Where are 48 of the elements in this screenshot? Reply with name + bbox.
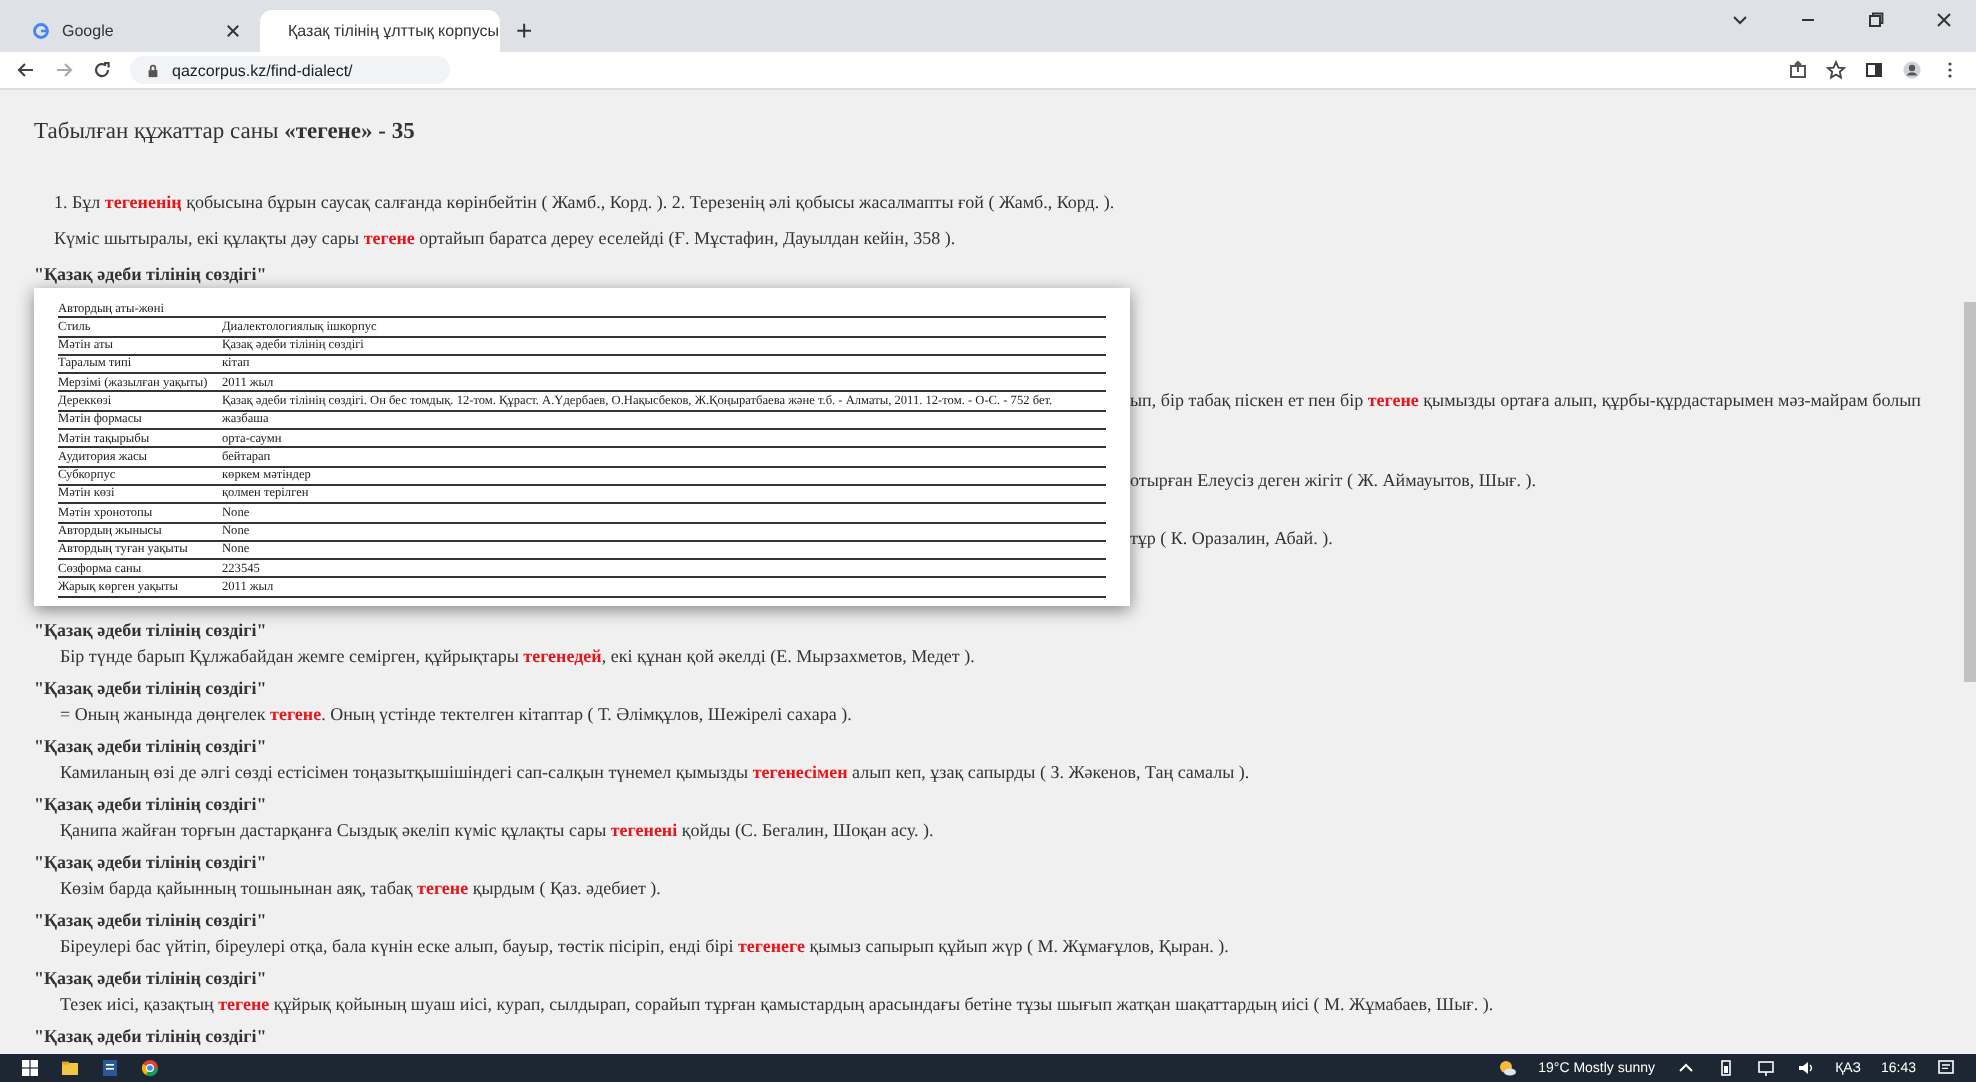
source-heading: "Қазақ әдеби тілінің сөздігі" [34, 908, 267, 934]
profile-icon[interactable] [1902, 60, 1922, 80]
chevron-down-icon[interactable] [1730, 10, 1750, 30]
browser-tab[interactable]: Google [16, 10, 256, 52]
windows-logo-icon[interactable] [20, 1058, 40, 1078]
sun-cloud-icon[interactable] [1498, 1058, 1519, 1078]
browser-icon[interactable] [140, 1058, 160, 1078]
example-sentence: Бір түнде барып Құлжабайдан жемге семірген, құйрықтары тегенедей, екі құнан қой әкелді (Е. Мырзахметов, Медет ). [58, 644, 975, 670]
example-sentence: ып, бір табақ піскен ет пен бір тегене қымызды ортаға алып, құрбы-құрдастарымен мәз-майрам болып [1130, 388, 1921, 414]
star-icon[interactable] [1826, 60, 1846, 80]
source-heading: "Қазақ әдеби тілінің сөздігі" [34, 734, 267, 760]
share-icon[interactable] [1788, 60, 1808, 80]
speaker-icon[interactable] [1795, 1058, 1816, 1078]
source-heading: "Қазақ әдеби тілінің сөздігі" [34, 850, 267, 876]
example-sentence: Көзім барда қайынның тошынынан аяқ, табақ тегене қырдым ( Қаз. әдебиет ). [58, 876, 661, 902]
example-sentence: Біреулері бас үйтіп, біреулері отқа, бала күнін еске алып, бауыр, төстік пісіріп, енді бірі тегенеге қымыз сапырып құйып жүр ( М. Жұмағұлов, Қыран. ). [58, 934, 1229, 960]
scrollbar-thumb[interactable] [1964, 302, 1976, 682]
reload-icon[interactable] [92, 60, 112, 80]
close-icon[interactable] [226, 24, 240, 38]
example-sentence: Қанипа жайған торғын дастарқанға Сыздық әкеліп күміс құлақты сары тегенені қойды (С. Бегалин, Шоқан асу. ). [58, 818, 934, 844]
example-sentence: Күміс шытыралы, екі құлақты дәу сары тегене ортайып баратса дереу еселейді (Ғ. Мұстафин, Дауылдан кейін, 358 ). [54, 226, 958, 252]
new-tab-button[interactable]: + [504, 10, 545, 52]
side-panel-icon[interactable] [1864, 60, 1884, 80]
source-heading: "Қазақ әдеби тілінің сөздігі" [34, 792, 267, 818]
notification-icon[interactable] [1936, 1058, 1956, 1078]
source-heading: "Қазақ әдеби тілінің сөздігі" [34, 618, 267, 644]
example-sentence: отырған Елеусіз деген жігіт ( Ж. Аймауытов, Шығ. ). [1130, 468, 1536, 494]
folder-icon[interactable] [60, 1058, 80, 1078]
lock-icon [146, 63, 160, 77]
example-sentence: Камиланың өзі де әлгі сөзді естісімен тоңазытқышішіндегі сап-салқын түнемел қымызды тегенесімен алып кеп, ұзақ сапырды ( З. Жәкенов, Таң самалы ). [58, 760, 1250, 786]
browser-tab[interactable]: Қазақ тілінің ұлттық корпусы [260, 10, 500, 52]
source-heading: "Қазақ әдеби тілінің сөздігі" [34, 966, 267, 992]
source-heading: "Қазақ әдеби тілінің сөздігі" [34, 676, 267, 702]
restore-icon[interactable] [1866, 10, 1886, 30]
battery-icon[interactable] [1715, 1058, 1736, 1078]
network-icon[interactable] [1755, 1058, 1776, 1078]
example-sentence: Тезек иісі, қазақтың тегене құйрық қойының шуаш иісі, курап, сылдырап, сорайып тұрған қамыстардың арасындағы бетіне тұзы шығып жатқан шақаттардың иісі ( М. Жұмабаев, Шығ. ). [58, 992, 1494, 1018]
document-app-icon[interactable] [100, 1058, 120, 1078]
source-heading: "Қазақ әдеби тілінің сөздігі" [34, 1024, 267, 1050]
example-sentence: = Оның жанында дөңгелек тегене. Оның үстінде тектелген кітаптар ( Т. Әлімқұлов, Шежірелі сахара ). [58, 702, 852, 728]
example-sentence: тұр ( К. Оразалин, Абай. ). [1130, 526, 1333, 552]
source-heading: "Қазақ әдеби тілінің сөздігі" [34, 262, 267, 288]
results-count-title: Табылған құжаттар саны «тегене» - 35 [34, 120, 417, 144]
example-sentence: 1. Бұл тегененің қобысына бұрын саусақ салғанда көрінбейтін ( Жамб., Корд. ). 2. Терезенің әлі қобысы жасалмапты ғой ( Жамб., Корд. ). [54, 190, 1117, 216]
g-logo-icon [32, 22, 50, 40]
address-bar[interactable]: qazcorpus.kz/find-dialect/ [130, 56, 450, 84]
back-arrow-icon[interactable] [16, 60, 36, 80]
close-icon[interactable] [1934, 10, 1954, 30]
